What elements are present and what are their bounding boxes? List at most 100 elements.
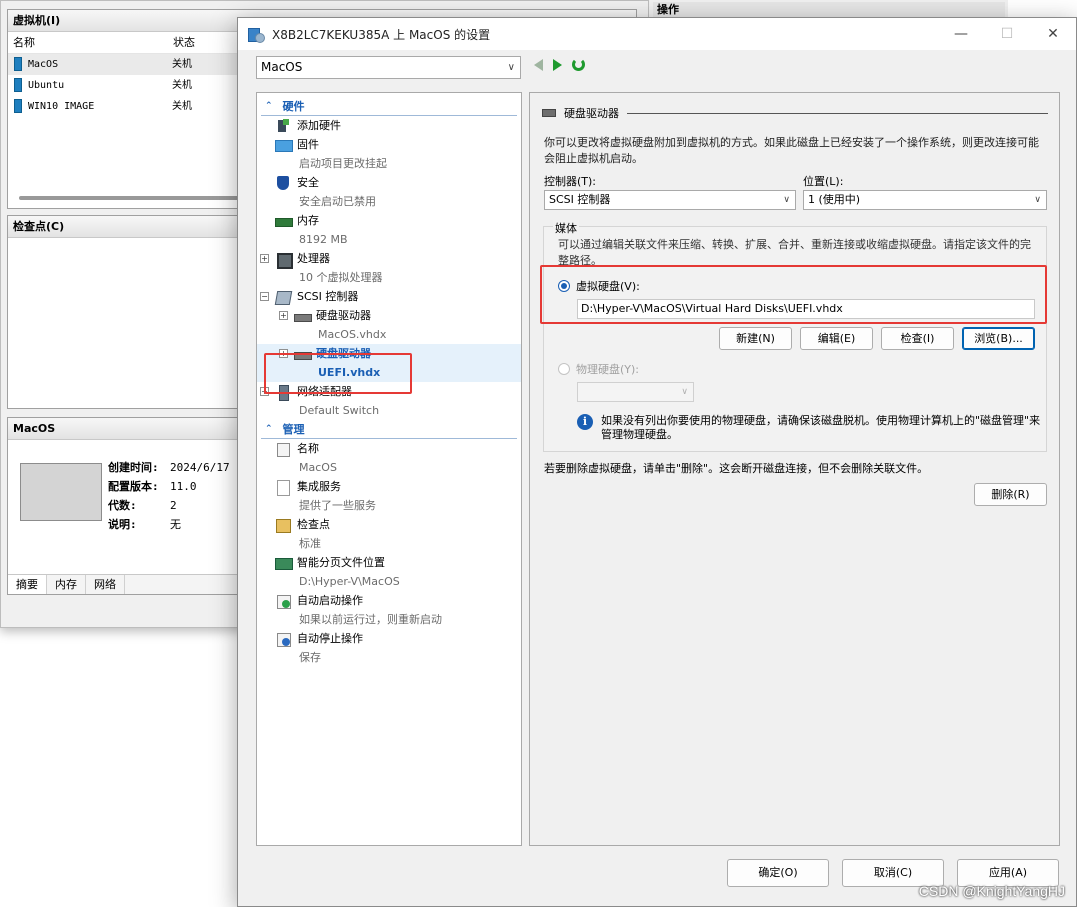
minimize-button[interactable]: —: [938, 18, 984, 50]
firmware-icon: [275, 138, 293, 152]
tree-subtext: 保存: [299, 651, 321, 664]
detail-row: 说明: 无: [108, 518, 181, 531]
tree-item-add-hardware[interactable]: 添加硬件: [257, 116, 521, 135]
physical-disk-label: 物理硬盘(Y):: [576, 363, 640, 376]
section-hardware[interactable]: ⌃ 硬件: [261, 97, 517, 116]
checkpoint-icon: [275, 518, 291, 533]
section-header: 硬盘驱动器: [542, 105, 1048, 121]
settings-detail-pane: 硬盘驱动器 你可以更改将虚拟硬盘附加到虚拟机的方式。如果此磁盘上已经安装了一个操…: [529, 92, 1060, 846]
inspect-disk-button[interactable]: 检查(I): [881, 327, 954, 350]
hard-drive-icon: [542, 109, 556, 117]
info-icon: i: [577, 414, 593, 430]
controller-select[interactable]: SCSI 控制器 ∨: [544, 190, 796, 210]
tree-subtext: 10 个虚拟处理器: [299, 271, 383, 284]
tree-subtext: MacOS.vhdx: [318, 328, 387, 341]
tree-item-firmware[interactable]: 固件: [257, 135, 521, 154]
shield-icon: [275, 175, 291, 190]
physical-disk-info: 如果没有列出你要使用的物理硬盘，请确保该磁盘脱机。使用物理计算机上的"磁盘管理"…: [601, 414, 1041, 441]
watermark: CSDN @KnightYangHJ: [918, 883, 1065, 899]
tree-item-scsi-controller[interactable]: − SCSI 控制器: [257, 287, 521, 306]
section-management[interactable]: ⌃ 管理: [261, 420, 517, 439]
vm-list-scrollbar[interactable]: [19, 196, 249, 200]
tab-memory[interactable]: 内存: [47, 575, 86, 594]
col-state[interactable]: 状态: [168, 32, 195, 53]
maximize-button[interactable]: ☐: [984, 18, 1030, 50]
location-label: 位置(L):: [803, 175, 844, 188]
tab-summary[interactable]: 摘要: [8, 575, 47, 594]
media-label: 媒体: [553, 220, 579, 236]
tree-item-auto-stop[interactable]: 自动停止操作: [257, 629, 521, 648]
chevron-down-icon: ∨: [507, 62, 515, 73]
hyperv-app-icon: [246, 26, 265, 43]
location-select[interactable]: 1 (使用中) ∨: [803, 190, 1047, 210]
tree-item-integration-services[interactable]: 集成服务: [257, 477, 521, 496]
tree-item-name[interactable]: 名称: [257, 439, 521, 458]
tree-subtext: 提供了一些服务: [299, 499, 376, 512]
drive-description: 你可以更改将虚拟硬盘附加到虚拟机的方式。如果此磁盘上已经安装了一个操作系统，则更…: [544, 136, 1039, 165]
name-icon: [275, 442, 291, 457]
tree-subtext: 启动项目更改挂起: [299, 157, 387, 170]
tree-item-security[interactable]: 安全: [257, 173, 521, 192]
hard-drive-icon: [294, 309, 312, 323]
detail-row: 代数: 2: [108, 499, 177, 512]
expand-plus-icon[interactable]: +: [260, 254, 269, 263]
auto-stop-icon: [275, 632, 291, 647]
add-hardware-icon: [275, 118, 291, 133]
physical-disk-radio[interactable]: [558, 363, 570, 375]
ok-button[interactable]: 确定(O): [727, 859, 829, 887]
memory-icon: [275, 214, 293, 228]
tree-subtext: D:\Hyper-V\MacOS: [299, 575, 400, 588]
settings-dialog: X8B2LC7KEKU385A 上 MacOS 的设置 — ☐ ✕ MacOS …: [237, 17, 1077, 907]
dialog-title: X8B2LC7KEKU385A 上 MacOS 的设置: [272, 27, 491, 42]
vm-icon: [14, 78, 22, 92]
tree-item-hard-drive-1[interactable]: + 硬盘驱动器: [257, 306, 521, 325]
tree-item-processor[interactable]: + 处理器: [257, 249, 521, 269]
vm-select[interactable]: MacOS ∨: [256, 56, 521, 79]
back-arrow-icon[interactable]: [534, 58, 543, 71]
collapse-chevron-icon: ⌃: [265, 100, 273, 111]
tab-network[interactable]: 网络: [86, 575, 125, 594]
integration-services-icon: [275, 479, 291, 496]
vm-thumbnail: [20, 463, 102, 521]
vm-icon: [14, 57, 22, 71]
chevron-down-icon: ∨: [1034, 195, 1041, 205]
collapse-minus-icon[interactable]: −: [260, 292, 269, 301]
tree-subtext: 安全启动已禁用: [299, 195, 376, 208]
annotation-highlight-box: [264, 353, 412, 394]
remove-button[interactable]: 删除(R): [974, 483, 1047, 506]
forward-arrow-icon[interactable]: [553, 58, 562, 71]
tree-item-smart-paging[interactable]: 智能分页文件位置: [257, 553, 521, 572]
tree-item-memory[interactable]: 内存: [257, 211, 521, 230]
smart-paging-icon: [275, 556, 293, 570]
detail-row: 创建时间: 2024/6/17 1: [108, 461, 243, 474]
controller-label: 控制器(T):: [544, 175, 597, 188]
processor-icon: [275, 252, 293, 269]
close-button[interactable]: ✕: [1030, 18, 1076, 50]
auto-start-icon: [275, 594, 291, 609]
remove-description: 若要删除虚拟硬盘，请单击"删除"。这会断开磁盘连接，但不会删除关联文件。: [544, 462, 929, 475]
refresh-icon[interactable]: [572, 58, 585, 71]
browse-button[interactable]: 浏览(B)...: [962, 327, 1035, 350]
tree-subtext: 标准: [299, 537, 321, 550]
scsi-controller-icon: [275, 290, 291, 304]
expand-plus-icon[interactable]: +: [279, 311, 288, 320]
tree-subtext: MacOS: [299, 461, 337, 474]
physical-disk-select[interactable]: ∨: [577, 382, 694, 402]
detail-row: 配置版本: 11.0: [108, 480, 197, 493]
vm-icon: [14, 99, 22, 113]
chevron-down-icon: ∨: [783, 195, 790, 205]
tree-subtext: 8192 MB: [299, 233, 348, 246]
tree-subtext: Default Switch: [299, 404, 380, 417]
actions-title: 操作: [653, 2, 1005, 18]
media-group: 媒体 可以通过编辑关联文件来压缩、转换、扩展、合并、重新连接或收缩虚拟硬盘。请指…: [540, 220, 1047, 452]
annotation-highlight-box: [540, 265, 1047, 324]
col-name[interactable]: 名称: [8, 32, 168, 53]
new-disk-button[interactable]: 新建(N): [719, 327, 792, 350]
dialog-titlebar[interactable]: X8B2LC7KEKU385A 上 MacOS 的设置 — ☐ ✕: [238, 18, 1076, 50]
edit-disk-button[interactable]: 编辑(E): [800, 327, 873, 350]
chevron-down-icon: ∨: [681, 387, 688, 397]
collapse-chevron-icon: ⌃: [265, 423, 273, 434]
tree-item-auto-start[interactable]: 自动启动操作: [257, 591, 521, 610]
tree-item-checkpoints[interactable]: 检查点: [257, 515, 521, 534]
tree-subtext: 如果以前运行过，则重新启动: [299, 613, 442, 626]
